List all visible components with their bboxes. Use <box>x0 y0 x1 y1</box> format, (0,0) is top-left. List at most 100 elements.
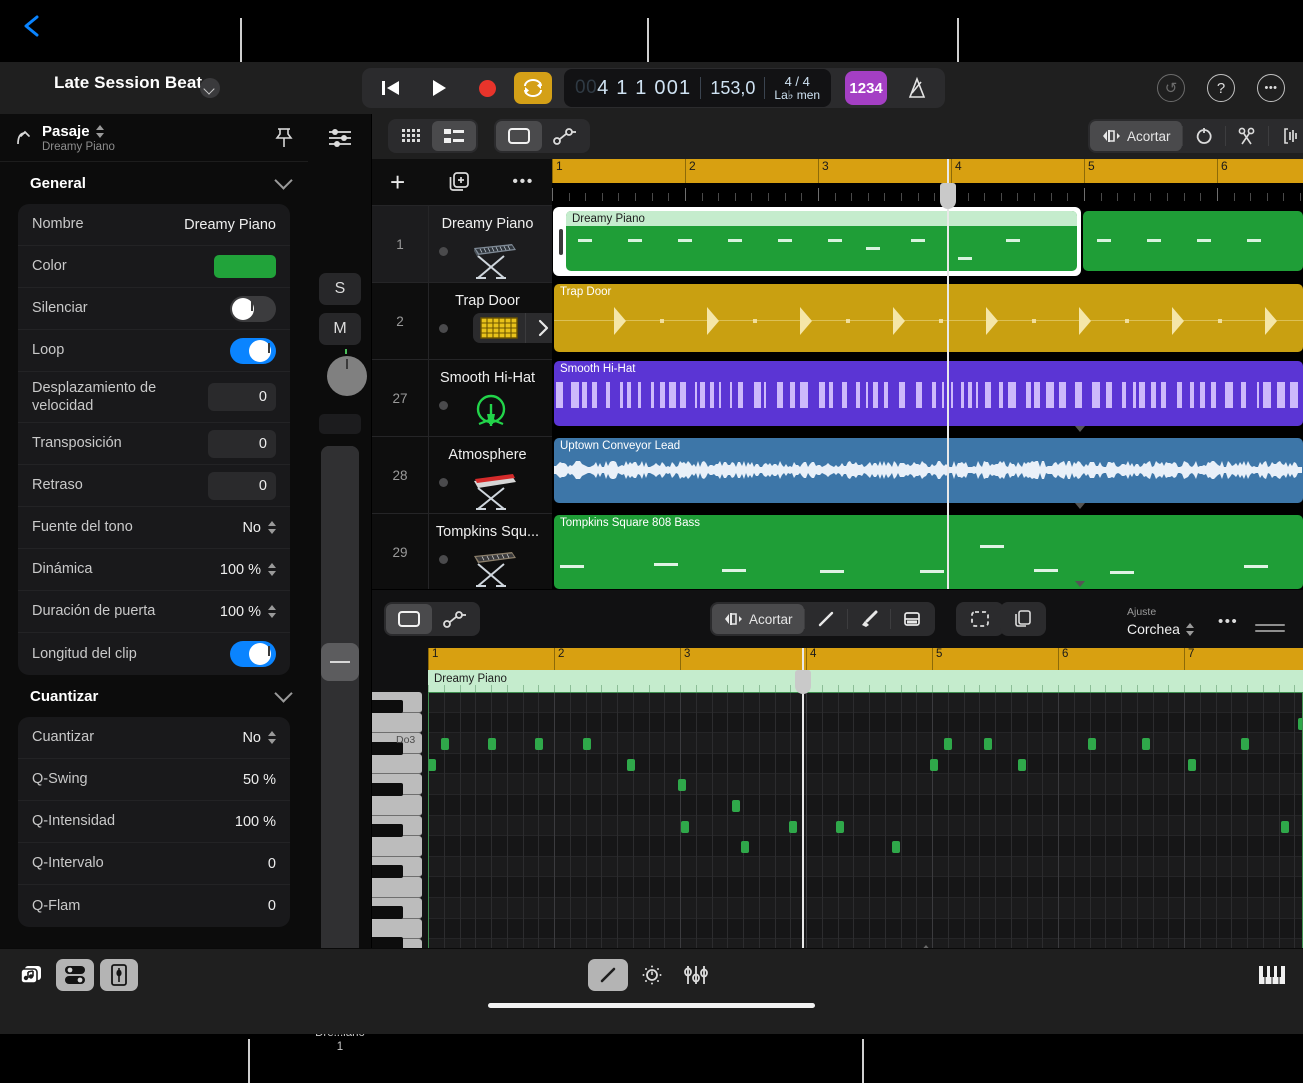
piano-keyboard[interactable]: Do3 <box>372 692 428 960</box>
piano-black-key[interactable] <box>372 824 403 838</box>
row-fuente-del-tono[interactable]: Fuente del tono No <box>18 507 290 549</box>
clip-length-toggle[interactable] <box>230 641 276 667</box>
piano-black-key[interactable] <box>372 865 403 879</box>
piano-roll-note[interactable] <box>944 738 952 751</box>
row-q-intensidad[interactable]: Q-Intensidad 100 % <box>18 801 290 843</box>
region-smooth-hihat[interactable]: Smooth Hi-Hat <box>554 361 1303 426</box>
faders-button[interactable] <box>680 959 712 991</box>
chevron-down-icon[interactable] <box>200 78 220 98</box>
editor-pencil-button[interactable] <box>805 604 847 634</box>
undo-icon[interactable]: ↺ <box>1157 74 1185 102</box>
piano-roll-note[interactable] <box>1142 738 1150 751</box>
piano-roll-note[interactable] <box>836 820 844 833</box>
piano-roll-note[interactable] <box>1018 758 1026 771</box>
piano-roll-note[interactable] <box>1088 738 1096 751</box>
lcd-display[interactable]: 00 4 1 1 001 153,0 4 / 4 La♭ men <box>564 69 832 107</box>
editor-playhead[interactable] <box>795 648 811 949</box>
piano-roll-note[interactable] <box>984 738 992 751</box>
piano-roll-note[interactable] <box>930 758 938 771</box>
editor-snap-value-control[interactable]: Corchea <box>1127 621 1194 637</box>
mixer-toggle-button[interactable] <box>56 959 94 991</box>
editor-automation-button[interactable] <box>432 604 478 634</box>
track-record-dot[interactable] <box>439 247 448 256</box>
editor-resize-grip[interactable] <box>1255 624 1285 636</box>
playhead-handle[interactable] <box>940 183 956 209</box>
track-row[interactable]: 2 Trap Door <box>372 282 561 359</box>
up-arrow-icon[interactable] <box>14 128 36 148</box>
piano-roll-note[interactable] <box>1241 738 1249 751</box>
row-q-intervalo[interactable]: Q-Intervalo 0 <box>18 843 290 885</box>
editor-trim-button[interactable]: Acortar <box>712 604 804 634</box>
library-button[interactable] <box>16 959 46 991</box>
piano-white-key[interactable] <box>372 753 422 775</box>
cycle-button[interactable] <box>514 72 552 104</box>
editor-clip-bar[interactable]: Dreamy Piano <box>428 670 1303 692</box>
row-duracion-de-puerta[interactable]: Duración de puerta 100 % <box>18 591 290 633</box>
track-row[interactable]: 1 Dreamy Piano <box>372 205 552 282</box>
piano-roll-note[interactable] <box>892 841 900 854</box>
track-record-dot[interactable] <box>439 324 448 333</box>
track-record-dot[interactable] <box>439 478 448 487</box>
piano-black-key[interactable] <box>372 782 403 796</box>
region-dreamy-piano-loop[interactable] <box>1083 211 1303 271</box>
stepper-icon[interactable] <box>267 605 276 618</box>
fader-handle[interactable] <box>321 643 359 681</box>
piano-roll-note[interactable] <box>428 758 436 771</box>
region-tompkins-808[interactable]: Tompkins Square 808 Bass <box>554 515 1303 589</box>
stepper-icon[interactable] <box>267 731 276 744</box>
piano-black-key[interactable] <box>372 906 403 920</box>
automation-tool-button[interactable] <box>542 121 588 151</box>
stepper-icon[interactable] <box>267 563 276 576</box>
home-indicator[interactable] <box>488 1003 815 1008</box>
region-dreamy-piano[interactable]: Dreamy Piano <box>566 211 1077 271</box>
delay-field[interactable]: 0 <box>208 471 276 500</box>
help-icon[interactable]: ? <box>1207 74 1235 102</box>
track-list-more-button[interactable]: ••• <box>512 173 534 191</box>
more-options-icon[interactable]: ••• <box>1257 74 1285 102</box>
row-transposicion[interactable]: Transposición 0 <box>18 423 290 465</box>
row-longitud-del-clip[interactable]: Longitud del clip <box>18 633 290 675</box>
cells-view-button[interactable] <box>390 121 432 151</box>
pin-icon[interactable] <box>274 127 294 149</box>
piano-roll-note[interactable] <box>732 800 740 812</box>
volume-fader[interactable] <box>321 446 359 1018</box>
track-row[interactable]: 28 Atmosphere <box>372 436 552 513</box>
color-swatch[interactable] <box>214 255 276 278</box>
editor-duplicate-button[interactable] <box>1002 604 1044 634</box>
piano-white-key[interactable] <box>372 877 422 898</box>
rewind-button[interactable] <box>370 72 412 104</box>
piano-white-key[interactable] <box>372 712 422 734</box>
note-grid[interactable] <box>428 692 1303 949</box>
editor-marquee-button[interactable] <box>958 604 1002 634</box>
piano-white-key[interactable] <box>372 918 422 940</box>
piano-roll-note[interactable] <box>583 738 591 751</box>
region-resize-handle-left[interactable] <box>559 229 563 255</box>
step-sequencer-control[interactable] <box>473 313 561 343</box>
editor-brush-button[interactable] <box>848 604 890 634</box>
timeline-ruler[interactable]: 1 2 3 4 5 6 <box>552 159 1303 183</box>
pencil-button[interactable] <box>588 959 628 991</box>
plugin-button[interactable] <box>100 959 138 991</box>
brightness-button[interactable] <box>636 959 668 991</box>
piano-white-key[interactable] <box>372 836 422 857</box>
piano-roll-note[interactable] <box>535 738 543 751</box>
mute-toggle[interactable] <box>230 295 276 322</box>
editor-more-button[interactable]: ••• <box>1218 613 1238 630</box>
inspector-title-row[interactable]: Pasaje <box>42 123 274 140</box>
row-q-flam[interactable]: Q-Flam 0 <box>18 885 290 927</box>
row-silenciar[interactable]: Silenciar <box>18 288 290 330</box>
row-cuantizar[interactable]: Cuantizar No <box>18 717 290 759</box>
row-color[interactable]: Color <box>18 246 290 288</box>
row-retraso[interactable]: Retraso 0 <box>18 465 290 507</box>
solo-button[interactable]: S <box>319 273 361 305</box>
scissors-tool-button[interactable] <box>1226 121 1268 151</box>
piano-roll-note[interactable] <box>681 820 689 833</box>
piano-roll-note[interactable] <box>1281 820 1289 833</box>
editor-ruler[interactable]: 1 2 3 4 5 6 7 <box>428 648 1303 670</box>
track-record-dot[interactable] <box>439 555 448 564</box>
play-button[interactable] <box>418 72 460 104</box>
stepper-icon[interactable] <box>267 521 276 534</box>
loop-toggle[interactable] <box>230 337 276 364</box>
region-uptown-conveyor-lead[interactable]: Uptown Conveyor Lead <box>554 438 1303 503</box>
back-button[interactable] <box>18 11 46 41</box>
